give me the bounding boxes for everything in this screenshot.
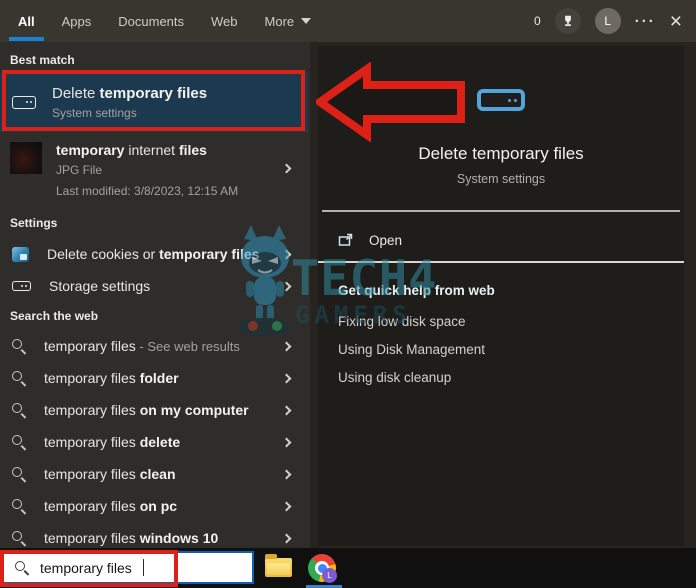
best-match-text: Delete temporary files System settings: [52, 85, 207, 120]
suggestion-text: temporary files delete: [44, 434, 181, 450]
chevron-right-icon[interactable]: [281, 437, 292, 447]
web-suggestion-row[interactable]: temporary files delete: [0, 427, 308, 457]
chevron-right-icon[interactable]: [281, 501, 292, 511]
suggestion-text: temporary files windows 10: [44, 530, 219, 546]
best-match-title: Delete temporary files: [52, 84, 208, 102]
result-preview-panel: Delete temporary files System settings O…: [318, 46, 684, 546]
file-type: JPG File: [56, 163, 103, 177]
web-suggestion-row[interactable]: temporary files folder: [0, 363, 308, 393]
search-icon: [12, 499, 26, 513]
storage-settings-icon: [12, 281, 31, 291]
settings-result-storage[interactable]: Storage settings: [0, 271, 308, 301]
tab-all[interactable]: All: [9, 0, 44, 42]
best-match-header: Best match: [10, 53, 75, 67]
result-text: Delete cookies or temporary files: [47, 246, 260, 262]
system-settings-icon: [12, 95, 36, 109]
web-suggestion-row[interactable]: temporary files on my computer: [0, 395, 308, 425]
launch-icon: [338, 233, 353, 246]
topbar-controls: 0 L ··· ×: [534, 0, 682, 42]
search-icon: [12, 403, 26, 417]
search-icon: [12, 371, 26, 385]
help-link-disk-management[interactable]: Using Disk Management: [338, 342, 485, 357]
search-icon: [12, 531, 26, 545]
search-icon: [12, 435, 26, 449]
chevron-right-icon[interactable]: [281, 281, 292, 291]
internet-options-icon: [12, 246, 29, 262]
avatar[interactable]: L: [594, 8, 621, 34]
search-the-web-header: Search the web: [10, 309, 99, 323]
chevron-right-icon[interactable]: [281, 249, 292, 259]
system-settings-icon-large: [477, 89, 525, 111]
web-suggestion-row[interactable]: temporary files - See web results: [0, 331, 308, 361]
taskbar-search-input[interactable]: temporary files: [2, 551, 254, 584]
settings-result-cookies[interactable]: Delete cookies or temporary files: [0, 239, 308, 269]
file-result-title: temporary internet files: [56, 142, 207, 158]
filter-tabs: All Apps Documents Web More: [9, 0, 312, 42]
search-icon: [12, 339, 26, 353]
search-input-value: temporary files: [40, 559, 132, 576]
settings-header: Settings: [10, 216, 58, 230]
suggestion-text: temporary files folder: [44, 370, 179, 386]
taskbar: temporary files L: [0, 548, 696, 588]
open-action[interactable]: Open: [338, 227, 402, 253]
chrome-profile-badge: L: [322, 568, 337, 583]
suggestion-text: temporary files clean: [44, 466, 176, 482]
file-explorer-icon[interactable]: [265, 554, 292, 577]
best-match-subtitle: System settings: [52, 105, 137, 120]
rewards-icon[interactable]: [554, 8, 581, 34]
chevron-right-icon[interactable]: [281, 163, 292, 174]
tab-documents[interactable]: Documents: [118, 0, 184, 42]
divider: [318, 261, 684, 263]
suggestion-text: temporary files - See web results: [44, 338, 240, 354]
windows-search-flyout: All Apps Documents Web More 0 L ··· × Be…: [0, 0, 696, 588]
file-result[interactable]: temporary internet files JPG File Last m…: [0, 137, 308, 211]
open-label: Open: [369, 232, 403, 248]
search-icon: [12, 467, 26, 481]
tab-web[interactable]: Web: [211, 0, 238, 42]
web-suggestion-row[interactable]: temporary files clean: [0, 459, 308, 489]
result-text: Storage settings: [49, 278, 151, 294]
tab-more[interactable]: More: [265, 0, 312, 42]
rewards-count: 0: [534, 14, 541, 28]
text-cursor: [142, 559, 145, 576]
suggestion-text: temporary files on my computer: [44, 402, 249, 418]
file-result-text: temporary internet files JPG File Last m…: [56, 142, 238, 211]
preview-title: Delete temporary files: [418, 144, 584, 163]
divider: [322, 210, 680, 212]
web-suggestion-row[interactable]: temporary files on pc: [0, 491, 308, 521]
help-link-quick-help[interactable]: Get quick help from web: [338, 283, 495, 298]
best-match-result[interactable]: Delete temporary files System settings: [0, 72, 308, 132]
jpg-thumbnail: [10, 142, 42, 174]
chevron-right-icon[interactable]: [281, 469, 292, 479]
search-filter-bar: All Apps Documents Web More 0 L ··· ×: [0, 0, 696, 42]
tab-more-label: More: [264, 13, 295, 29]
chevron-right-icon[interactable]: [281, 533, 292, 543]
more-options-icon[interactable]: ···: [635, 13, 656, 30]
chevron-right-icon[interactable]: [281, 341, 292, 351]
trophy-glyph: [564, 15, 571, 26]
chevron-down-icon: [301, 18, 312, 24]
close-icon[interactable]: ×: [670, 11, 682, 32]
tab-apps[interactable]: Apps: [62, 0, 92, 42]
help-link-low-disk-space[interactable]: Fixing low disk space: [338, 314, 466, 329]
suggestion-text: temporary files on pc: [44, 498, 178, 514]
chevron-right-icon[interactable]: [281, 405, 292, 415]
preview-subtitle: System settings: [456, 172, 546, 186]
search-results-panel: Best match Delete temporary files System…: [0, 42, 310, 548]
search-icon: [15, 560, 29, 575]
help-link-disk-cleanup[interactable]: Using disk cleanup: [338, 370, 451, 385]
chevron-right-icon[interactable]: [281, 373, 292, 383]
file-last-modified: Last modified: 3/8/2023, 12:15 AM: [56, 184, 239, 198]
